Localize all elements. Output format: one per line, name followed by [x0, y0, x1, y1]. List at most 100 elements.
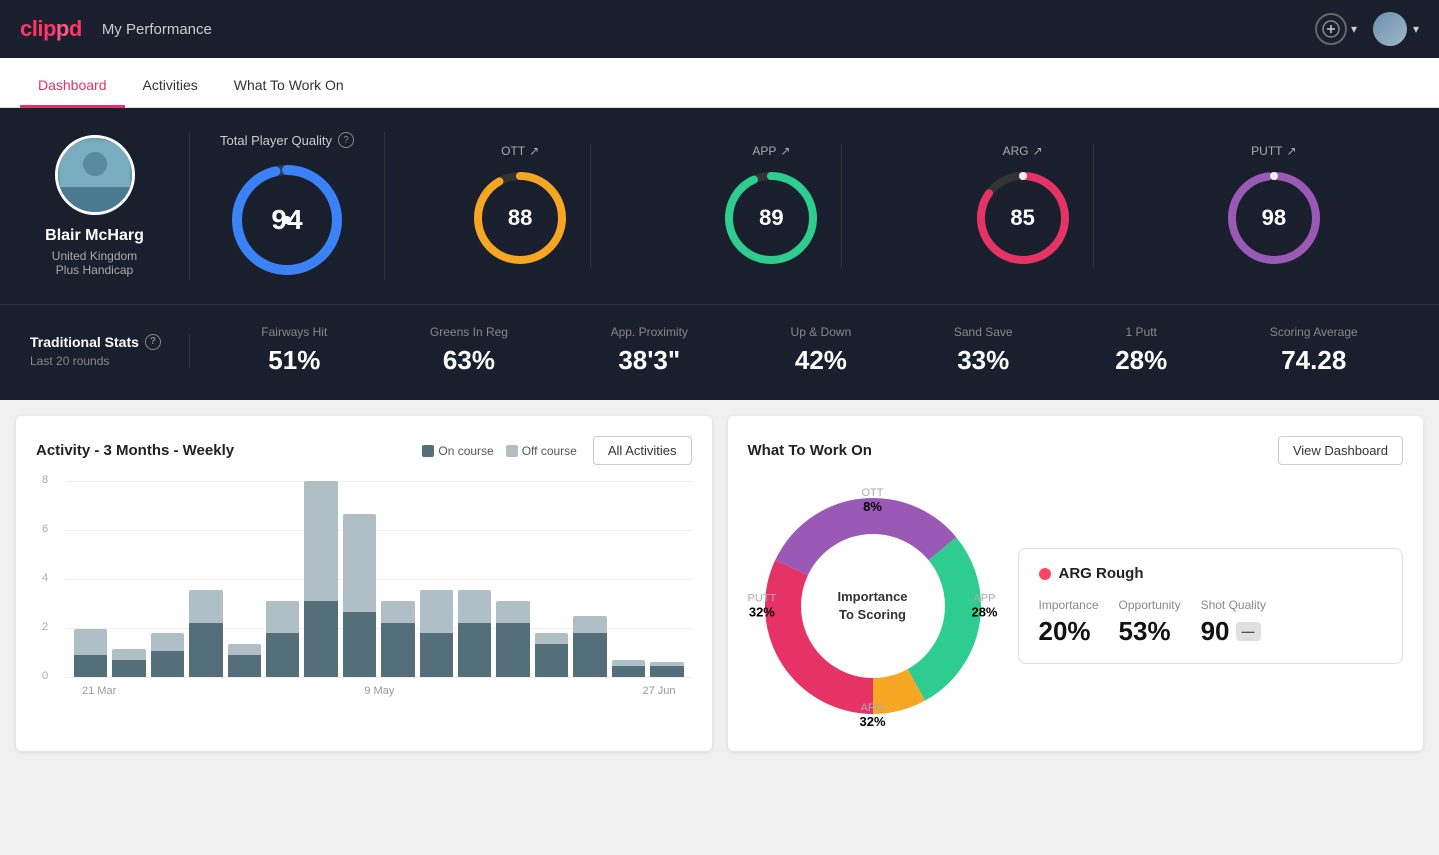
- user-avatar-wrap[interactable]: ▾: [1373, 12, 1419, 46]
- add-icon[interactable]: [1315, 13, 1347, 45]
- app-proximity-value: 38'3": [618, 345, 680, 376]
- stat-scoring-average: Scoring Average 74.28: [1270, 325, 1358, 376]
- arg-opportunity-label: Opportunity: [1119, 598, 1181, 612]
- bar-group: [266, 481, 299, 677]
- on-course-dot: [422, 445, 434, 457]
- player-avatar: [55, 135, 135, 215]
- bar-group: [343, 481, 376, 677]
- arg-rough-card: ARG Rough Importance 20% Opportunity 53%…: [1018, 548, 1404, 664]
- activity-chart-title: Activity - 3 Months - Weekly: [36, 442, 234, 459]
- score-item-app: APP ↗ 89: [701, 144, 842, 268]
- bar-on-course: [74, 655, 107, 677]
- arg-importance-value: 20%: [1039, 616, 1099, 647]
- bar-group: [650, 481, 683, 677]
- up-and-down-value: 42%: [795, 345, 847, 376]
- tab-activities[interactable]: Activities: [125, 63, 216, 108]
- putt-value: 98: [1262, 205, 1286, 231]
- bar-on-course: [304, 601, 337, 677]
- trad-stats-items: Fairways Hit 51% Greens In Reg 63% App. …: [190, 325, 1409, 376]
- app-proximity-label: App. Proximity: [611, 325, 688, 339]
- bar-off-course: [189, 590, 222, 623]
- donut-center-text: Importance To Scoring: [837, 588, 907, 624]
- donut-label-app: APP 28%: [971, 593, 997, 620]
- bar-on-course: [650, 666, 683, 677]
- arg-arrow-icon: ↗: [1033, 144, 1043, 158]
- bar-stack: [535, 633, 568, 677]
- bottom-section: Activity - 3 Months - Weekly On course O…: [0, 400, 1439, 767]
- view-dashboard-button[interactable]: View Dashboard: [1278, 436, 1403, 465]
- fairways-hit-value: 51%: [268, 345, 320, 376]
- bar-group: [304, 481, 337, 677]
- bar-off-course: [112, 649, 145, 660]
- trad-stats-label: Traditional Stats ? Last 20 rounds: [30, 334, 190, 368]
- app-header: clippd My Performance ▾ ▾: [0, 0, 1439, 58]
- bar-group: [458, 481, 491, 677]
- quality-badge: —: [1236, 622, 1261, 641]
- bar-on-course: [535, 644, 568, 677]
- donut-chart: Importance To Scoring OTT 8% APP 28% ARG…: [748, 481, 998, 731]
- bar-stack: [573, 616, 606, 677]
- bar-stack: [458, 590, 491, 677]
- bar-group: [189, 481, 222, 677]
- bar-on-course: [189, 623, 222, 677]
- bar-off-course: [458, 590, 491, 623]
- 1-putt-label: 1 Putt: [1126, 325, 1157, 339]
- trad-stats-info-icon[interactable]: ?: [145, 334, 161, 350]
- bar-stack: [496, 601, 529, 677]
- add-button-wrap[interactable]: ▾: [1315, 13, 1357, 45]
- activity-legend: On course Off course: [422, 444, 577, 458]
- header-right: ▾ ▾: [1315, 12, 1419, 46]
- bar-on-course: [343, 612, 376, 677]
- arg-rough-title: ARG Rough: [1039, 565, 1383, 582]
- x-label-may: 9 May: [364, 685, 394, 697]
- legend-off-course: Off course: [506, 444, 577, 458]
- avatar-image: [1373, 12, 1407, 46]
- tab-what-to-work-on[interactable]: What To Work On: [216, 63, 362, 108]
- bar-stack: [266, 601, 299, 677]
- bar-stack: [420, 590, 453, 677]
- tab-dashboard[interactable]: Dashboard: [20, 63, 125, 108]
- donut-label-ott: OTT 8%: [862, 487, 884, 514]
- ott-value: 88: [508, 205, 532, 231]
- score-items: OTT ↗ 88 APP ↗: [385, 144, 1409, 268]
- arg-opportunity-stat: Opportunity 53%: [1119, 598, 1181, 647]
- sand-save-value: 33%: [957, 345, 1009, 376]
- grid-line-0: 0: [66, 677, 692, 678]
- arg-rough-dot: [1039, 568, 1051, 580]
- bar-stack: [228, 644, 261, 677]
- y-label-4: 4: [42, 572, 48, 584]
- fairways-hit-label: Fairways Hit: [261, 325, 327, 339]
- logo-text: clippd: [20, 16, 82, 42]
- bar-on-course: [228, 655, 261, 677]
- off-course-dot: [506, 445, 518, 457]
- trad-stats-title: Traditional Stats ?: [30, 334, 169, 350]
- greens-in-reg-value: 63%: [443, 345, 495, 376]
- bar-off-course: [266, 601, 299, 634]
- bar-group: [612, 481, 645, 677]
- ott-label: OTT ↗: [501, 144, 539, 158]
- bar-group: [573, 481, 606, 677]
- work-on-card-header: What To Work On View Dashboard: [748, 436, 1404, 465]
- quality-info-icon[interactable]: ?: [338, 132, 354, 148]
- bar-off-course: [304, 481, 337, 601]
- stat-greens-in-reg: Greens In Reg 63%: [430, 325, 508, 376]
- app-logo[interactable]: clippd: [20, 16, 82, 42]
- bar-on-course: [573, 633, 606, 677]
- arg-shot-quality-value: 90 —: [1201, 616, 1266, 647]
- bar-group: [151, 481, 184, 677]
- app-arrow-icon: ↗: [780, 144, 790, 158]
- bar-on-course: [151, 651, 184, 677]
- player-name: Blair McHarg: [45, 227, 144, 245]
- bar-off-course: [151, 633, 184, 650]
- header-left: clippd My Performance: [20, 16, 212, 42]
- bar-group: [496, 481, 529, 677]
- bar-on-course: [112, 660, 145, 677]
- all-activities-button[interactable]: All Activities: [593, 436, 692, 465]
- app-ring: 89: [721, 168, 821, 268]
- 1-putt-value: 28%: [1115, 345, 1167, 376]
- bar-stack: [74, 629, 107, 677]
- y-label-8: 8: [42, 474, 48, 486]
- player-info: Blair McHarg United Kingdom Plus Handica…: [30, 132, 190, 280]
- bar-on-course: [496, 623, 529, 677]
- stat-app-proximity: App. Proximity 38'3": [611, 325, 688, 376]
